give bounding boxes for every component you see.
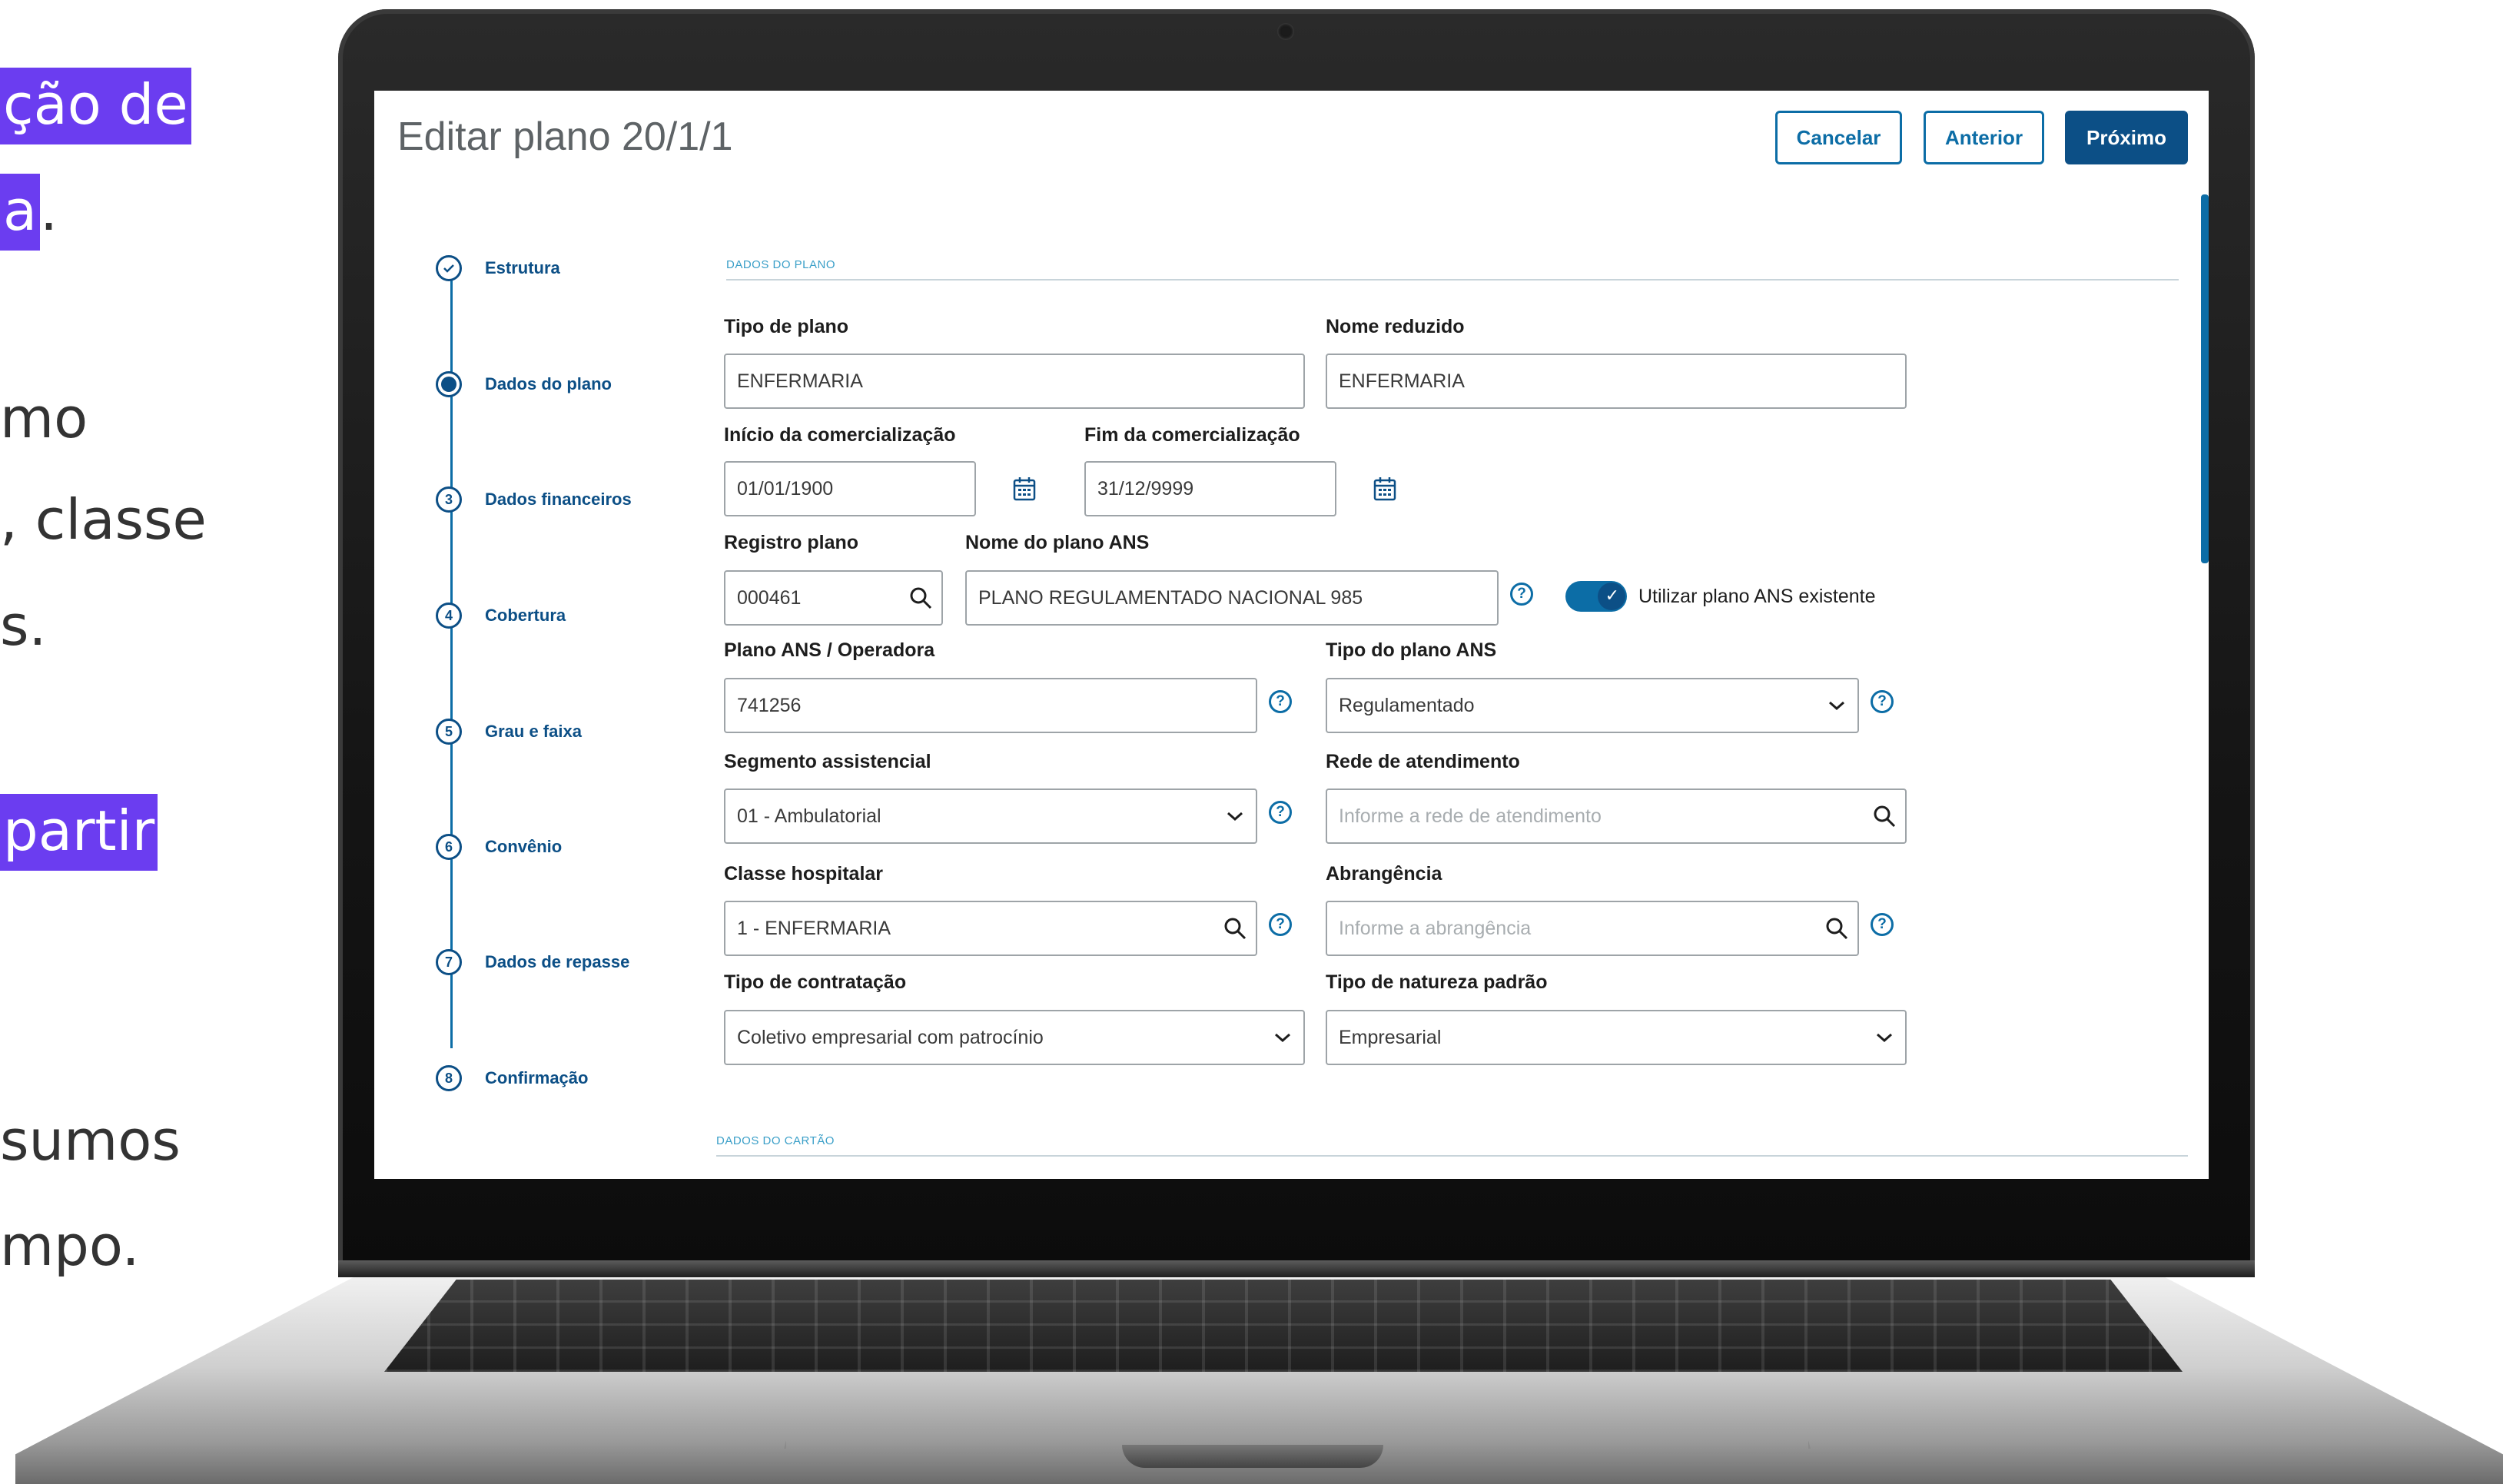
section-divider [726,279,2179,281]
section-title-dados-do-cartao: DADOS DO CARTÃO [716,1134,835,1147]
search-icon[interactable] [1816,917,1857,940]
inicio-comercializacao-label: Início da comercialização [724,424,956,446]
utilizar-plano-ans-toggle[interactable]: ✓ [1565,581,1627,612]
classe-hospitalar-label: Classe hospitalar [724,863,884,885]
classe-hospitalar-input[interactable]: 1 - ENFERMARIA [724,901,1257,956]
app-screen: Editar plano 20/1/1 Cancelar Anterior Pr… [374,91,2209,1179]
slide-text-fragment: sumos [0,1108,181,1173]
calendar-icon[interactable] [1373,476,1396,501]
registro-plano-input[interactable]: 000461 [724,570,943,626]
tipo-plano-label: Tipo de plano [724,316,849,337]
step-number: 6 [436,834,462,860]
slide-text-fragment: partir [0,794,158,871]
chevron-down-icon [1262,1031,1303,1044]
segmento-assistencial-select[interactable]: 01 - Ambulatorial [724,788,1257,844]
step-label: Convênio [485,837,563,856]
step-number: 5 [436,719,462,745]
step-number: 7 [436,949,462,975]
search-icon[interactable] [1214,917,1256,940]
step-dados-de-repasse[interactable]: 7 Dados de repasse [436,949,629,975]
slide-text-fragment: s. [0,593,47,658]
search-icon[interactable] [900,586,941,609]
chevron-down-icon [1816,699,1857,712]
nome-reduzido-label: Nome reduzido [1326,316,1465,337]
step-number: 3 [436,486,462,513]
laptop-hinge [338,1260,2255,1277]
step-number: 4 [436,603,462,629]
step-cobertura[interactable]: 4 Cobertura [436,603,566,629]
step-label: Confirmação [485,1068,589,1087]
tipo-plano-input[interactable]: ENFERMARIA [724,354,1305,409]
slide-text-fragment: mo [0,386,88,450]
slide-text-fragment: , classe [0,487,207,552]
section-divider [716,1155,2188,1157]
chevron-down-icon [1214,810,1256,822]
chevron-down-icon [1864,1031,1905,1044]
cancel-button[interactable]: Cancelar [1775,111,1902,164]
calendar-icon[interactable] [1013,476,1036,501]
plano-ans-operadora-input[interactable]: 741256 [724,678,1257,733]
step-estrutura[interactable]: Estrutura [436,255,560,281]
vertical-scrollbar[interactable] [2201,194,2209,563]
laptop-keyboard [384,1280,2183,1372]
slide-text-fragment: mpo. [0,1213,140,1278]
step-active-indicator [436,371,462,397]
help-icon[interactable]: ? [1269,913,1292,936]
step-confirmacao[interactable]: 8 Confirmação [436,1065,588,1091]
rede-atendimento-label: Rede de atendimento [1326,751,1520,772]
next-button[interactable]: Próximo [2065,111,2188,164]
check-icon [436,255,462,281]
fim-comercializacao-input[interactable]: 31/12/9999 [1084,461,1336,516]
slide-text-fragment: ção de [0,68,191,144]
tipo-plano-ans-label: Tipo do plano ANS [1326,639,1497,661]
page-title: Editar plano 20/1/1 [397,115,733,159]
plano-ans-operadora-label: Plano ANS / Operadora [724,639,935,661]
step-dados-financeiros[interactable]: 3 Dados financeiros [436,486,632,513]
segmento-assistencial-label: Segmento assistencial [724,751,931,772]
step-label: Dados de repasse [485,952,630,971]
step-label: Grau e faixa [485,722,582,741]
inicio-comercializacao-input[interactable]: 01/01/1900 [724,461,976,516]
step-grau-e-faixa[interactable]: 5 Grau e faixa [436,719,582,745]
help-icon[interactable]: ? [1510,583,1533,606]
step-label: Dados do plano [485,374,612,393]
check-icon: ✓ [1605,586,1619,605]
utilizar-plano-ans-label: Utilizar plano ANS existente [1638,586,1876,607]
registro-plano-label: Registro plano [724,532,859,553]
nome-plano-ans-label: Nome do plano ANS [965,532,1150,553]
abrangencia-label: Abrangência [1326,863,1442,885]
camera-icon [1277,23,1294,40]
nome-reduzido-input[interactable]: ENFERMARIA [1326,354,1907,409]
search-icon[interactable] [1864,805,1905,828]
tipo-plano-ans-select[interactable]: Regulamentado [1326,678,1859,733]
step-label: Dados financeiros [485,490,632,509]
step-number: 8 [436,1065,462,1091]
slide-text-fragment: a. [0,174,58,251]
section-title-dados-do-plano: DADOS DO PLANO [726,258,836,271]
step-convenio[interactable]: 6 Convênio [436,834,562,860]
rede-atendimento-input[interactable]: Informe a rede de atendimento [1326,788,1907,844]
nome-plano-ans-input[interactable]: PLANO REGULAMENTADO NACIONAL 985 [965,570,1499,626]
tipo-contratacao-label: Tipo de contratação [724,971,907,993]
step-label: Estrutura [485,258,560,277]
tipo-contratacao-select[interactable]: Coletivo empresarial com patrocínio [724,1010,1305,1065]
help-icon[interactable]: ? [1269,690,1292,713]
help-icon[interactable]: ? [1269,801,1292,824]
fim-comercializacao-label: Fim da comercialização [1084,424,1300,446]
tipo-natureza-padrao-label: Tipo de natureza padrão [1326,971,1548,993]
step-dados-do-plano[interactable]: Dados do plano [436,371,612,397]
abrangencia-input[interactable]: Informe a abrangência [1326,901,1859,956]
previous-button[interactable]: Anterior [1924,111,2044,164]
step-label: Cobertura [485,606,566,625]
help-icon[interactable]: ? [1871,913,1894,936]
laptop-trackpad [784,1376,1811,1449]
tipo-natureza-padrao-select[interactable]: Empresarial [1326,1010,1907,1065]
laptop-notch [1122,1445,1383,1468]
help-icon[interactable]: ? [1871,690,1894,713]
